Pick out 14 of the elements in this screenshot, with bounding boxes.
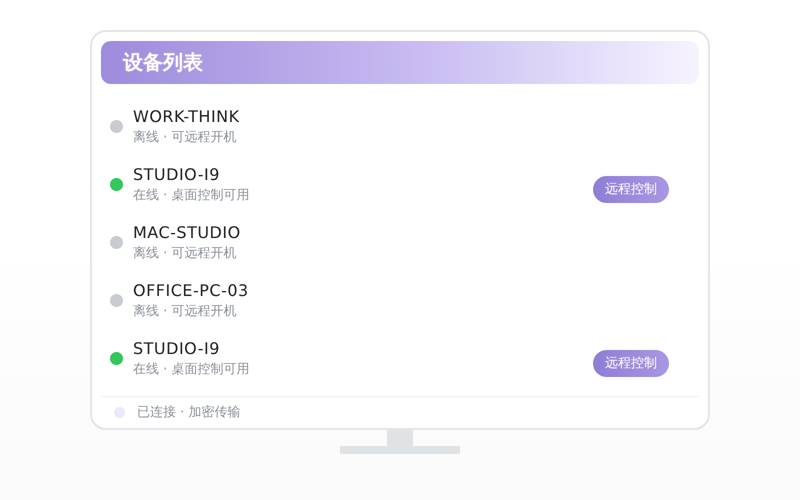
device-status: 在线 · 桌面控制可用: [133, 360, 250, 379]
device-status: 离线 · 可远程开机: [133, 244, 238, 263]
header-title: 设备列表: [123, 48, 203, 76]
device-name: OFFICE-PC-03: [133, 280, 250, 302]
device-status: 离线 · 可远程开机: [133, 128, 238, 147]
device-name: STUDIO-I9: [133, 338, 221, 360]
device-name: MAC-STUDIO: [133, 222, 242, 244]
device-status: 在线 · 桌面控制可用: [133, 186, 250, 205]
connection-status: 已连接 · 加密传输: [137, 404, 240, 422]
device-name: STUDIO-I9: [133, 164, 221, 186]
device-name: WORK-THINK: [133, 106, 241, 128]
remote-control-button[interactable]: 远程控制: [593, 176, 669, 203]
remote-control-button[interactable]: 远程控制: [593, 350, 669, 377]
device-status: 离线 · 可远程开机: [133, 302, 238, 321]
